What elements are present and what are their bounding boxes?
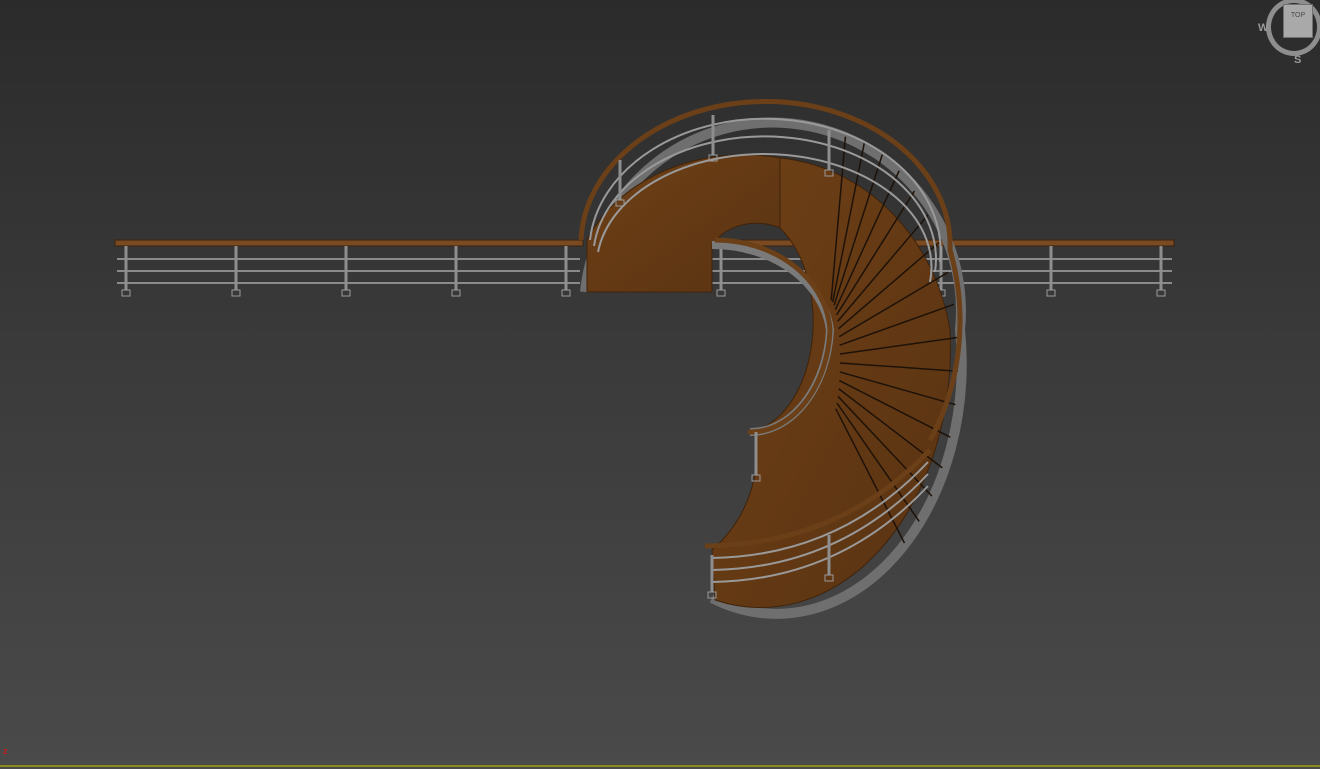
right-post-5-base bbox=[1156, 289, 1166, 297]
staircase-scene[interactable] bbox=[0, 0, 1320, 769]
step-band bbox=[711, 157, 951, 609]
left-post-5-base bbox=[561, 289, 571, 297]
left-post-2-base bbox=[231, 289, 241, 297]
axis-tripod-z-label: z bbox=[3, 746, 8, 756]
left-railing[interactable] bbox=[114, 239, 584, 297]
compass-west-label[interactable]: W bbox=[1258, 22, 1268, 34]
left-handrail bbox=[114, 239, 584, 247]
viewcube[interactable]: TOP N W S bbox=[1258, 0, 1320, 66]
right-post-4-base bbox=[1046, 289, 1056, 297]
compass-south-label[interactable]: S bbox=[1294, 54, 1301, 66]
3d-viewport-top[interactable]: TOP N W S z bbox=[0, 0, 1320, 769]
left-post-4-base bbox=[451, 289, 461, 297]
viewcube-top-face[interactable]: TOP bbox=[1283, 4, 1313, 38]
compass-north-label[interactable]: N bbox=[1295, 0, 1303, 3]
right-post-1-base bbox=[716, 289, 726, 297]
left-post-3-base bbox=[341, 289, 351, 297]
viewport-active-border bbox=[0, 765, 1320, 767]
spiral-staircase[interactable] bbox=[578, 98, 967, 619]
right-railing[interactable] bbox=[711, 239, 1175, 297]
left-post-1-base bbox=[121, 289, 131, 297]
